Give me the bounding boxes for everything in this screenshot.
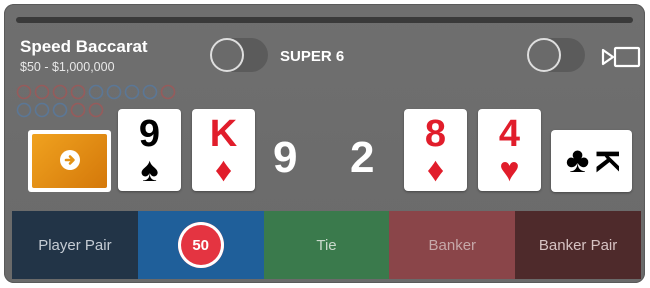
diamond-icon: ♦ [214,151,233,189]
card-rank: 9 [138,113,161,155]
video-view-icon[interactable] [601,45,641,69]
player-card-1: 9 ♠ [118,109,181,191]
bet-tie[interactable]: Tie [263,211,390,279]
card-rank: 4 [498,113,521,155]
toggle-knob [210,38,244,72]
spade-icon: ♠ [140,151,159,189]
bet-banker-pair[interactable]: Banker Pair [515,211,641,279]
banker-card-2: 4 ♥ [478,109,541,191]
betting-area: Player Pair 50 Tie Banker Banker Pair [12,211,641,279]
player-score: 9 [273,133,298,182]
banker-card-1: 8 ♦ [404,109,467,191]
game-title: Speed Baccarat [20,37,148,56]
bet-banker[interactable]: Banker [389,211,516,279]
view-toggle[interactable] [527,38,585,72]
bet-limits: $50 - $1,000,000 [20,60,115,74]
bet-label: Player Pair [38,236,112,254]
card-rank: 8 [424,113,447,155]
banker-score: 2 [350,133,375,182]
card-rank: K [209,113,238,155]
game-panel: Speed Baccarat $50 - $1,000,000 SUPER 6 [4,4,645,283]
banker-card-3: ♣ K [551,130,632,192]
heart-icon: ♥ [499,151,520,189]
top-bar [16,17,633,23]
bet-label: Banker [428,236,477,254]
super6-toggle[interactable] [210,38,268,72]
bet-label: Tie [316,236,337,254]
chip-value: 50 [192,236,210,254]
chip-icon: 50 [177,222,224,268]
bet-player-pair[interactable]: Player Pair [12,211,138,279]
bet-player[interactable]: 50 [137,211,264,279]
diamond-icon: ♦ [426,151,445,189]
toggle-knob [527,38,561,72]
player-card-2: K ♦ [192,109,255,191]
card-back-icon [28,130,111,192]
super6-label: SUPER 6 [280,48,345,65]
bet-label: Banker Pair [538,236,618,254]
card-rank: K [589,149,626,173]
